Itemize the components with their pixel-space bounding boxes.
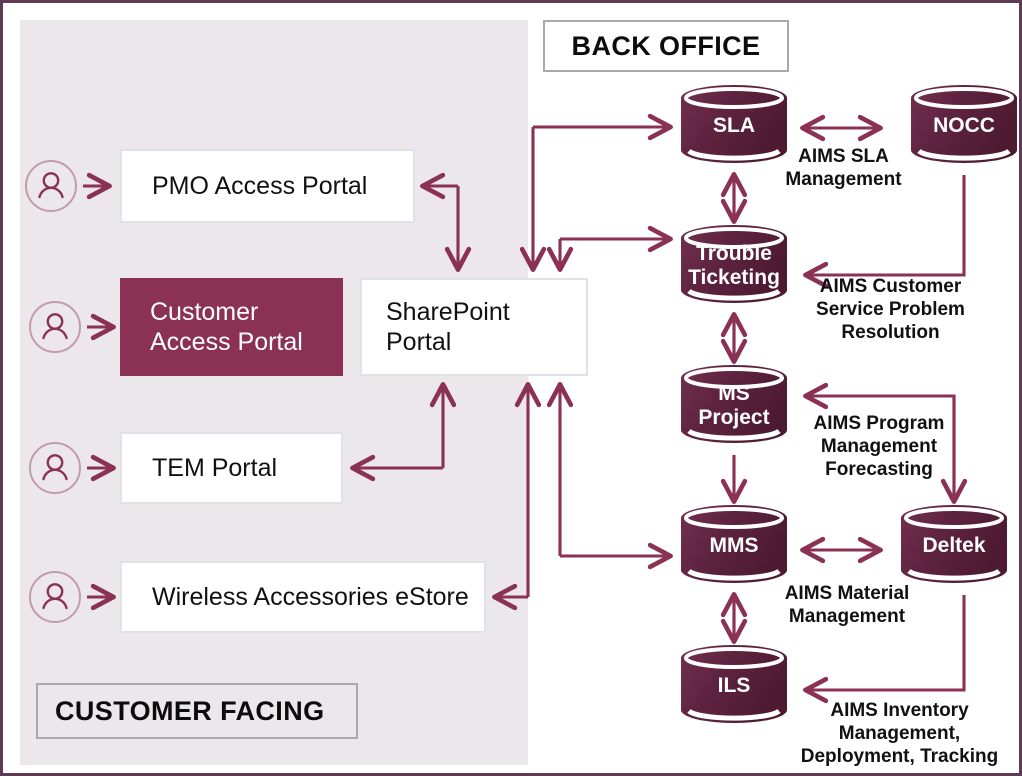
back-office-label: BACK OFFICE: [571, 30, 761, 61]
datastore-nocc-label-wrap: NOCC: [911, 85, 1017, 167]
annotation-aims-customer-service: AIMS Customer Service Problem Resolution: [813, 276, 968, 344]
annotation-inv-line3: Deployment, Tracking: [800, 745, 999, 767]
datastore-mms-label: MMS: [709, 534, 759, 558]
annotation-sla-line2: Management: [785, 168, 902, 190]
datastore-nocc-label: NOCC: [933, 114, 995, 138]
annotation-inv-line1: AIMS Inventory: [830, 700, 969, 721]
annotation-aims-material-management: AIMS Material Management: [782, 583, 912, 629]
datastore-trouble-ticketing-label-line1: Trouble: [696, 242, 772, 266]
person-icon: [25, 160, 77, 212]
datastore-sla[interactable]: SLA: [681, 85, 787, 167]
annotation-mm-line2: Management: [788, 605, 906, 627]
customer-access-portal-label-line1: Customer: [150, 297, 259, 326]
datastore-ils-label: ILS: [717, 674, 751, 698]
person-icon: [29, 301, 81, 353]
back-office-title: BACK OFFICE: [543, 20, 789, 72]
sharepoint-portal-label-line1: SharePoint: [386, 297, 510, 326]
customer-access-portal-box[interactable]: Customer Access Portal: [120, 278, 343, 376]
annotation-cs-line3: Resolution: [841, 321, 940, 343]
annotation-aims-program-management: AIMS Program Management Forecasting: [809, 413, 949, 481]
diagram-canvas: BACK OFFICE CUSTOMER FACING PMO Access P…: [0, 0, 1022, 776]
person-glyph-icon: [42, 583, 68, 610]
annotation-pm-line1: AIMS Program: [813, 413, 945, 434]
annotation-aims-inventory-management: AIMS Inventory Management, Deployment, T…: [783, 700, 1016, 768]
person-icon: [29, 442, 81, 494]
annotation-aims-sla-management: AIMS SLA Management: [781, 146, 906, 192]
sharepoint-portal-label-line2: Portal: [386, 328, 452, 356]
pmo-access-portal-label: PMO Access Portal: [152, 171, 368, 200]
sharepoint-portal-box[interactable]: SharePoint Portal: [360, 278, 588, 376]
datastore-mms[interactable]: MMS: [681, 505, 787, 587]
person-glyph-icon: [42, 454, 68, 481]
customer-facing-panel: [20, 20, 528, 765]
annotation-cs-line1: AIMS Customer: [819, 276, 962, 297]
tem-portal-box[interactable]: TEM Portal: [120, 432, 343, 504]
datastore-deltek[interactable]: Deltek: [901, 505, 1007, 587]
datastore-sla-label-wrap: SLA: [681, 85, 787, 167]
person-icon: [29, 571, 81, 623]
datastore-ms-project-label-line1: MS: [718, 382, 750, 406]
datastore-ms-project-label-wrap: MS Project: [681, 365, 787, 447]
datastore-ils[interactable]: ILS: [681, 645, 787, 727]
person-glyph-icon: [42, 313, 68, 340]
annotation-pm-line2: Management: [820, 435, 938, 457]
customer-access-portal-label-line2: Access Portal: [150, 328, 303, 356]
datastore-trouble-ticketing-label-wrap: Trouble Ticketing: [681, 225, 787, 307]
datastore-deltek-label-wrap: Deltek: [901, 505, 1007, 587]
wireless-accessories-estore-box[interactable]: Wireless Accessories eStore: [120, 561, 486, 633]
datastore-deltek-label: Deltek: [922, 534, 986, 558]
datastore-trouble-ticketing[interactable]: Trouble Ticketing: [681, 225, 787, 307]
pmo-access-portal-box[interactable]: PMO Access Portal: [120, 149, 415, 223]
annotation-sla-line1: AIMS SLA: [798, 146, 889, 167]
annotation-pm-line3: Forecasting: [825, 458, 933, 480]
person-glyph-icon: [38, 172, 64, 199]
datastore-ms-project[interactable]: MS Project: [681, 365, 787, 447]
datastore-trouble-ticketing-label-line2: Ticketing: [688, 266, 780, 289]
datastore-sla-label: SLA: [713, 114, 755, 138]
annotation-cs-line2: Service Problem: [816, 298, 965, 320]
datastore-ms-project-label-line2: Project: [698, 406, 770, 429]
wireless-accessories-estore-label: Wireless Accessories eStore: [152, 582, 469, 611]
datastore-nocc[interactable]: NOCC: [911, 85, 1017, 167]
datastore-mms-label-wrap: MMS: [681, 505, 787, 587]
tem-portal-label: TEM Portal: [152, 453, 278, 482]
annotation-mm-line1: AIMS Material: [784, 583, 910, 604]
customer-facing-title: CUSTOMER FACING: [36, 683, 358, 739]
customer-facing-label: CUSTOMER FACING: [55, 695, 325, 726]
annotation-inv-line2: Management,: [838, 722, 961, 744]
datastore-ils-label-wrap: ILS: [681, 645, 787, 727]
